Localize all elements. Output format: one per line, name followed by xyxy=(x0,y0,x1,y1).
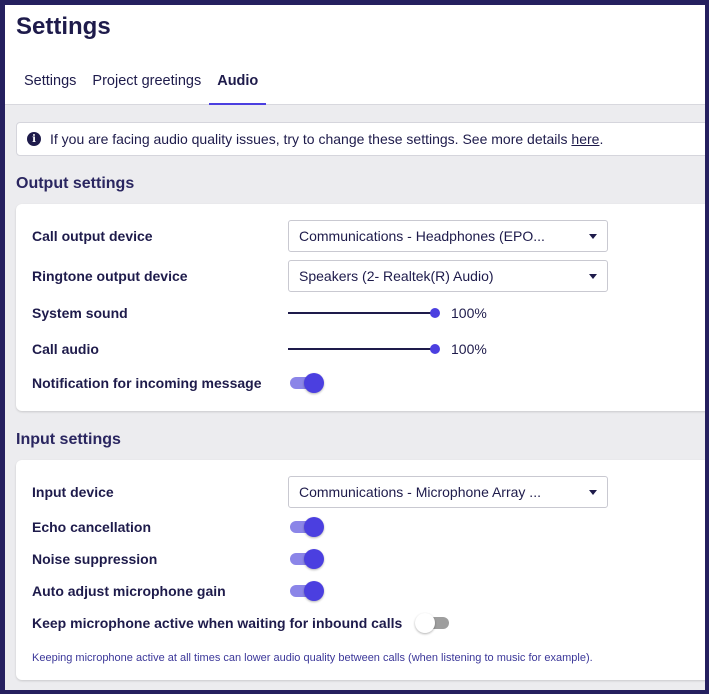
call-audio-value: 100% xyxy=(451,341,487,357)
audio-quality-notice: i If you are facing audio quality issues… xyxy=(16,122,705,156)
info-icon: i xyxy=(27,132,41,146)
page-title: Settings xyxy=(16,13,111,40)
call-audio-label: Call audio xyxy=(32,341,99,357)
input-device-label: Input device xyxy=(32,484,114,500)
caret-down-icon xyxy=(589,274,597,279)
ringtone-output-device-row: Ringtone output device Speakers (2- Real… xyxy=(32,260,705,292)
slider-track xyxy=(288,312,434,314)
keep-mic-active-helper-text: Keeping microphone active at all times c… xyxy=(32,652,593,664)
slider-thumb[interactable] xyxy=(430,344,440,354)
system-sound-value: 100% xyxy=(451,305,487,321)
call-output-device-row: Call output device Communications - Head… xyxy=(32,220,705,252)
tab-project-greetings[interactable]: Project greetings xyxy=(84,67,209,105)
settings-window: Settings Settings Project greetings Audi… xyxy=(5,5,705,690)
incoming-message-notification-toggle[interactable] xyxy=(288,372,326,394)
ringtone-output-device-label: Ringtone output device xyxy=(32,268,188,284)
call-output-device-value: Communications - Headphones (EPO... xyxy=(299,228,545,244)
toggle-knob xyxy=(304,581,324,601)
system-sound-slider[interactable] xyxy=(288,305,440,321)
input-settings-title: Input settings xyxy=(16,431,121,448)
echo-cancellation-toggle[interactable] xyxy=(288,516,326,538)
auto-gain-toggle[interactable] xyxy=(288,580,326,602)
call-output-device-select[interactable]: Communications - Headphones (EPO... xyxy=(288,220,608,252)
caret-down-icon xyxy=(589,234,597,239)
auto-gain-label: Auto adjust microphone gain xyxy=(32,583,226,599)
toggle-knob xyxy=(304,549,324,569)
echo-cancellation-row: Echo cancellation xyxy=(32,516,705,538)
input-device-row: Input device Communications - Microphone… xyxy=(32,476,705,508)
notice-text: If you are facing audio quality issues, … xyxy=(50,131,603,147)
system-sound-label: System sound xyxy=(32,305,128,321)
page-header: Settings Settings Project greetings Audi… xyxy=(5,5,705,105)
output-settings-title: Output settings xyxy=(16,175,135,192)
tab-bar: Settings Project greetings Audio xyxy=(16,67,267,105)
incoming-message-notification-row: Notification for incoming message xyxy=(32,372,705,394)
noise-suppression-label: Noise suppression xyxy=(32,551,158,567)
call-audio-row: Call audio 100% xyxy=(32,340,705,358)
output-settings-card: Call output device Communications - Head… xyxy=(16,204,705,411)
auto-gain-row: Auto adjust microphone gain xyxy=(32,580,705,602)
noise-suppression-row: Noise suppression xyxy=(32,548,705,570)
notice-message: If you are facing audio quality issues, … xyxy=(50,131,572,147)
toggle-knob xyxy=(304,373,324,393)
call-audio-slider[interactable] xyxy=(288,341,440,357)
input-device-value: Communications - Microphone Array ... xyxy=(299,484,541,500)
echo-cancellation-label: Echo cancellation xyxy=(32,519,152,535)
toggle-knob xyxy=(415,613,436,633)
input-device-select[interactable]: Communications - Microphone Array ... xyxy=(288,476,608,508)
caret-down-icon xyxy=(589,490,597,495)
slider-thumb[interactable] xyxy=(430,308,440,318)
toggle-knob xyxy=(304,517,324,537)
call-output-device-label: Call output device xyxy=(32,228,153,244)
incoming-message-notification-label: Notification for incoming message xyxy=(32,375,262,391)
notice-details-link[interactable]: here xyxy=(571,131,599,147)
ringtone-output-device-value: Speakers (2- Realtek(R) Audio) xyxy=(299,268,494,284)
tab-audio[interactable]: Audio xyxy=(209,67,267,105)
system-sound-row: System sound 100% xyxy=(32,304,705,322)
keep-mic-active-label: Keep microphone active when waiting for … xyxy=(32,615,403,631)
ringtone-output-device-select[interactable]: Speakers (2- Realtek(R) Audio) xyxy=(288,260,608,292)
notice-suffix: . xyxy=(599,131,604,147)
keep-mic-active-row: Keep microphone active when waiting for … xyxy=(32,612,705,634)
tab-settings[interactable]: Settings xyxy=(16,67,84,105)
noise-suppression-toggle[interactable] xyxy=(288,548,326,570)
input-settings-card: Input device Communications - Microphone… xyxy=(16,460,705,680)
keep-mic-active-toggle[interactable] xyxy=(415,612,453,634)
slider-track xyxy=(288,348,434,350)
